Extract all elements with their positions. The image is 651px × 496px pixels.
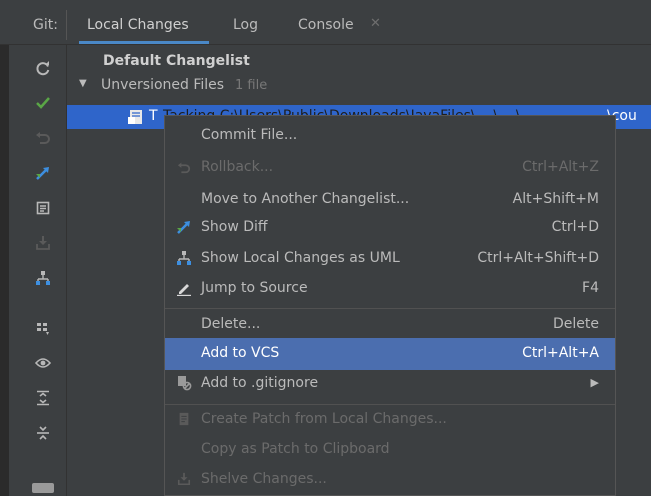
menu-item-create-patch[interactable]: Create Patch from Local Changes... — [165, 404, 615, 436]
uml-icon — [175, 249, 193, 267]
menu-item-shortcut: Ctrl+Alt+Z — [522, 159, 599, 175]
menu-item-shortcut: F4 — [582, 280, 599, 296]
menu-item-shortcut: Alt+Shift+M — [512, 191, 599, 207]
uml-icon[interactable] — [32, 267, 54, 289]
menu-item-label: Commit File... — [201, 127, 298, 143]
shelve-icon[interactable] — [32, 232, 54, 254]
group-icon[interactable] — [32, 317, 54, 339]
collapse-all-icon[interactable] — [32, 422, 54, 444]
menu-item-label: Show Diff — [201, 219, 268, 235]
patch-icon — [175, 410, 193, 428]
gitignore-icon — [175, 374, 193, 392]
git-label: Git: — [33, 17, 58, 33]
left-edge-strip: E h — [0, 0, 9, 496]
rollback-icon[interactable] — [32, 127, 54, 149]
submenu-arrow-icon: ▶ — [590, 376, 599, 389]
file-name: T — [149, 108, 158, 124]
chevron-down-icon[interactable]: ▼ — [79, 78, 87, 89]
file-icon — [127, 108, 145, 130]
menu-item-rollback[interactable]: Rollback... Ctrl+Alt+Z — [165, 152, 615, 184]
menu-item-add-to-gitignore[interactable]: Add to .gitignore ▶ — [165, 368, 615, 400]
unversioned-files-node[interactable]: Unversioned Files — [101, 77, 224, 93]
menu-item-show-diff[interactable]: Show Diff Ctrl+D — [165, 212, 615, 244]
menu-item-label: Jump to Source — [201, 280, 308, 296]
menu-item-label: Move to Another Changelist... — [201, 191, 410, 207]
header-divider — [66, 10, 67, 40]
diff-icon — [175, 218, 193, 236]
tool-window-header: Git: Local Changes Log Console ✕ — [0, 0, 651, 45]
tab-console[interactable]: Console — [298, 17, 354, 33]
menu-item-label: Copy as Patch to Clipboard — [201, 441, 390, 457]
menu-item-shortcut: Delete — [553, 316, 599, 332]
tab-log[interactable]: Log — [233, 17, 258, 33]
checkmark-icon[interactable] — [32, 92, 54, 114]
context-menu: Commit File... Rollback... Ctrl+Alt+Z Mo… — [164, 115, 616, 496]
menu-item-show-uml[interactable]: Show Local Changes as UML Ctrl+Alt+Shift… — [165, 243, 615, 275]
menu-item-shortcut: Ctrl+Alt+A — [522, 345, 599, 361]
unversioned-count: 1 file — [235, 78, 268, 93]
eye-icon[interactable] — [32, 352, 54, 374]
menu-item-label: Rollback... — [201, 159, 274, 175]
menu-item-label: Add to .gitignore — [201, 375, 319, 391]
menu-item-jump-to-source[interactable]: Jump to Source F4 — [165, 273, 615, 305]
menu-item-copy-patch[interactable]: Copy as Patch to Clipboard — [165, 434, 615, 466]
menu-item-label: Shelve Changes... — [201, 471, 327, 487]
changelist-name[interactable]: Default Changelist — [103, 53, 250, 69]
menu-item-delete[interactable]: Delete... Delete — [165, 309, 615, 341]
refresh-icon[interactable] — [32, 57, 54, 79]
menu-item-shortcut: Ctrl+Alt+Shift+D — [477, 250, 599, 266]
shelve-icon — [175, 470, 193, 488]
menu-item-commit-file[interactable]: Commit File... — [165, 120, 615, 152]
menu-item-label: Create Patch from Local Changes... — [201, 411, 447, 427]
menu-item-label: Delete... — [201, 316, 261, 332]
settings-icon[interactable] — [32, 483, 54, 493]
diff-icon[interactable] — [32, 162, 54, 184]
close-tab-icon[interactable]: ✕ — [370, 16, 381, 31]
menu-item-shortcut: Ctrl+D — [551, 219, 599, 235]
rollback-icon — [175, 158, 193, 176]
expand-all-icon[interactable] — [32, 387, 54, 409]
changes-toolbar — [20, 45, 67, 496]
active-tab-underline — [79, 41, 209, 44]
edit-icon — [175, 279, 193, 297]
changelist-icon[interactable] — [32, 197, 54, 219]
menu-item-add-to-vcs[interactable]: Add to VCS Ctrl+Alt+A — [165, 338, 615, 370]
menu-item-label: Add to VCS — [201, 345, 280, 361]
menu-item-shelve-changes[interactable]: Shelve Changes... — [165, 464, 615, 496]
tab-local-changes[interactable]: Local Changes — [87, 17, 189, 33]
menu-item-label: Show Local Changes as UML — [201, 250, 400, 266]
